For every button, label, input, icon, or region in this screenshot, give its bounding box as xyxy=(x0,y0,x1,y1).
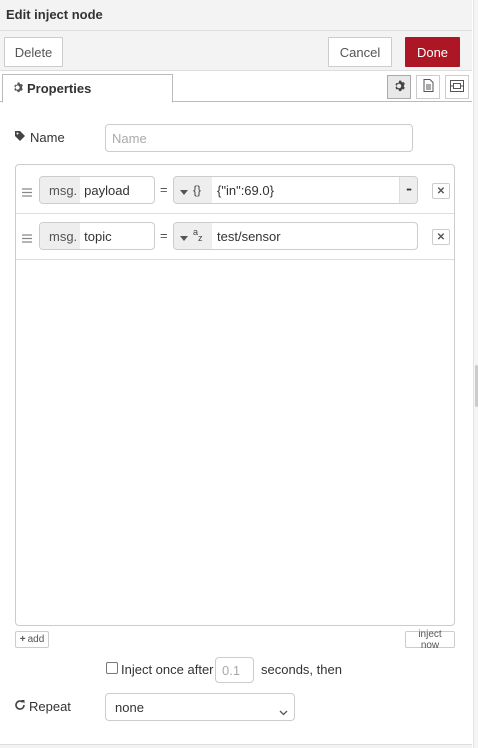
remove-row-button[interactable]: ✕ xyxy=(432,183,450,199)
inject-delay-input[interactable] xyxy=(215,657,254,683)
property-value[interactable]: test/sensor xyxy=(212,223,417,249)
chevron-down-icon xyxy=(279,704,288,719)
tab-description[interactable] xyxy=(416,75,440,99)
inject-now-button[interactable]: inject now xyxy=(405,629,455,651)
property-name-field[interactable]: msg. topic xyxy=(39,222,155,250)
document-icon xyxy=(423,79,434,95)
expand-editor-button[interactable]: ••• xyxy=(399,177,417,203)
msg-prefix: msg. xyxy=(40,223,81,249)
equals-sign: = xyxy=(160,228,168,243)
tray-header: Edit inject node xyxy=(0,0,472,31)
ellipsis-icon: ••• xyxy=(406,186,411,194)
drag-handle-icon[interactable] xyxy=(22,231,32,246)
string-type-icon: az xyxy=(193,226,203,243)
name-input[interactable] xyxy=(105,124,413,152)
add-property-button[interactable]: + add xyxy=(15,631,49,648)
tray-footer xyxy=(0,744,472,748)
inject-once-row: Inject once after seconds, then xyxy=(105,657,365,683)
tab-appearance[interactable] xyxy=(445,75,469,99)
drag-handle-icon[interactable] xyxy=(22,185,32,200)
property-value-field[interactable]: az test/sensor xyxy=(173,222,418,250)
repeat-selected-value: none xyxy=(115,699,144,715)
caret-down-icon xyxy=(180,229,188,244)
inject-once-label: Inject once after xyxy=(121,662,214,677)
delete-button[interactable]: Delete xyxy=(4,37,63,67)
repeat-row: Repeat none xyxy=(14,693,304,721)
plus-icon: + xyxy=(19,634,26,645)
property-name-field[interactable]: msg. payload xyxy=(39,176,155,204)
property-name[interactable]: topic xyxy=(80,223,111,249)
equals-sign: = xyxy=(160,182,168,197)
name-row: Name xyxy=(14,124,414,152)
node-appearance-icon xyxy=(450,79,464,95)
inject-once-checkbox[interactable] xyxy=(106,662,118,674)
gear-icon xyxy=(12,81,27,96)
done-button[interactable]: Done xyxy=(405,37,460,67)
name-label: Name xyxy=(14,130,65,145)
property-row-topic: msg. topic = az test/sensor ✕ xyxy=(16,214,454,260)
json-type-icon: {} xyxy=(193,183,202,197)
tray-toolbar: Delete Cancel Done xyxy=(0,31,472,71)
property-list[interactable]: msg. payload = {} {"in":69.0} ••• ✕ msg.… xyxy=(15,164,455,626)
property-row-payload: msg. payload = {} {"in":69.0} ••• ✕ xyxy=(16,168,454,214)
property-name[interactable]: payload xyxy=(80,177,130,203)
tab-bar: Properties xyxy=(0,71,472,103)
tab-properties-label: Properties xyxy=(27,81,92,96)
tab-properties[interactable]: Properties xyxy=(2,74,173,103)
gear-icon xyxy=(393,80,405,95)
repeat-icon xyxy=(14,699,29,714)
repeat-label: Repeat xyxy=(14,699,71,714)
caret-down-icon xyxy=(180,183,188,198)
cancel-button[interactable]: Cancel xyxy=(328,37,392,67)
tray-title: Edit inject node xyxy=(6,7,103,22)
seconds-label: seconds, then xyxy=(261,662,342,677)
scrollbar[interactable] xyxy=(473,0,478,748)
remove-row-button[interactable]: ✕ xyxy=(432,229,450,245)
msg-prefix: msg. xyxy=(40,177,81,203)
property-value[interactable]: {"in":69.0} xyxy=(212,177,399,203)
type-select[interactable]: az xyxy=(174,223,212,249)
tag-icon xyxy=(14,130,30,145)
tab-settings[interactable] xyxy=(387,75,411,99)
type-select[interactable]: {} xyxy=(174,177,212,203)
property-value-field[interactable]: {} {"in":69.0} ••• xyxy=(173,176,418,204)
repeat-select[interactable]: none xyxy=(105,693,295,721)
